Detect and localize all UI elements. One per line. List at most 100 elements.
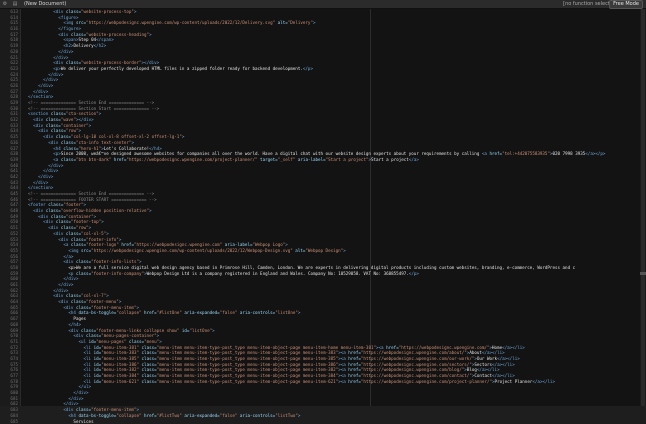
- code-token: </div>: [68, 396, 83, 401]
- code-token: <h2>: [63, 43, 73, 48]
- code-token: "Delivery": [288, 20, 313, 25]
- code-token: [23, 322, 68, 327]
- code-token: "#listTwo": [157, 413, 182, 418]
- code-token: ><a: [376, 345, 386, 350]
- code-token: "hero-h1": [79, 146, 102, 151]
- code-token: class=: [139, 345, 157, 350]
- code-token: </a></p>: [585, 151, 605, 156]
- code-token: [23, 49, 58, 54]
- code-token: "menu-item-383": [101, 350, 139, 355]
- code-token: class=: [71, 237, 86, 242]
- code-token: [23, 128, 38, 133]
- code-token: "footer-info-lists": [91, 259, 139, 264]
- code-token: class=: [86, 333, 101, 338]
- code-token: >: [182, 134, 185, 139]
- code-line[interactable]: 685 Services: [0, 419, 640, 424]
- code-token: class=: [66, 9, 81, 14]
- code-token: "collapse": [116, 413, 141, 418]
- code-line[interactable]: 678 <li id="menu-item-621" class="menu-i…: [0, 379, 640, 385]
- code-token: class=: [139, 367, 157, 372]
- code-token: <div: [48, 225, 61, 230]
- code-lines[interactable]: 613 <div class="website-process-top">614…: [0, 9, 640, 406]
- document-icon[interactable]: ▤: [12, 1, 18, 7]
- document-tab[interactable]: (New Document): [24, 1, 66, 7]
- code-token: We deliver your perfectly developed HTML…: [61, 66, 303, 71]
- code-token: "col-xl-7": [81, 293, 106, 298]
- code-token: <li: [84, 356, 94, 361]
- code-token: >: [285, 242, 288, 247]
- line-number: 685: [0, 419, 20, 424]
- code-token: <div: [43, 219, 56, 224]
- code-token: "btn btn-dark": [76, 157, 111, 162]
- code-token: <div: [58, 237, 71, 242]
- code-token: class=: [71, 299, 86, 304]
- code-token: </div>: [58, 282, 73, 287]
- code-token: "footer-top": [71, 219, 101, 224]
- code-token: class=: [139, 356, 157, 361]
- code-token: ><a: [338, 356, 348, 361]
- code-token: >: [101, 219, 104, 224]
- code-token: >: [106, 231, 109, 236]
- code-token: <div: [48, 140, 61, 145]
- code-token: [23, 225, 48, 230]
- code-token: href=: [348, 350, 361, 355]
- code-token: "menu-item-381": [101, 345, 139, 350]
- scrollbar-thumb[interactable]: [641, 9, 645, 406]
- code-token: ></div>: [142, 60, 160, 65]
- code-token: [23, 328, 68, 333]
- code-token: >: [313, 20, 316, 25]
- code-token: "menu-item-385": [101, 356, 139, 361]
- code-token: </div>: [33, 180, 48, 185]
- code-token: [23, 407, 63, 412]
- code-token: <div: [53, 60, 66, 65]
- code-token: "https://webpodesignc.wpengine.com/our-w…: [361, 356, 474, 361]
- code-token: "cta-section": [66, 111, 99, 116]
- scrollbar-marker: [640, 272, 646, 275]
- code-token: <div: [63, 305, 76, 310]
- code-token: [23, 310, 68, 315]
- code-token: class=: [76, 259, 91, 264]
- code-token: <span>: [63, 37, 78, 42]
- code-token: [23, 66, 53, 71]
- code-token: src=: [76, 20, 86, 25]
- code-token: [23, 26, 58, 31]
- code-token: "menu-pages-container": [101, 333, 156, 338]
- code-token: class=: [76, 305, 91, 310]
- code-token: <div: [38, 128, 51, 133]
- code-token: Start a project: [371, 157, 409, 162]
- code-token: class=: [56, 134, 71, 139]
- code-token: <div: [33, 117, 46, 122]
- code-token: data-bs-toggle=: [78, 413, 116, 418]
- code-token: "menu-item-382": [101, 367, 139, 372]
- code-editor[interactable]: 613 <div class="website-process-top">614…: [0, 9, 646, 406]
- code-token: </div>: [53, 55, 68, 60]
- settings-icon[interactable]: ⚙: [2, 1, 8, 7]
- code-token: <!-- ============== Section End ========…: [28, 100, 154, 105]
- code-token: >: [94, 214, 97, 219]
- code-token: [23, 214, 38, 219]
- code-token: [23, 123, 33, 128]
- code-token: href=: [348, 379, 361, 384]
- code-token: </div>: [48, 72, 63, 77]
- code-token: [23, 362, 84, 367]
- code-token: [23, 117, 33, 122]
- code-token: aria-expanded=: [182, 310, 220, 315]
- code-token: alt=: [293, 248, 306, 253]
- code-token: class=: [71, 32, 86, 37]
- code-token: >: [131, 140, 134, 145]
- code-token: <div: [38, 214, 51, 219]
- code-token: >: [149, 32, 152, 37]
- vertical-scrollbar[interactable]: [640, 9, 646, 406]
- code-token: class=: [139, 373, 157, 378]
- free-mode-button[interactable]: Free Mode: [609, 0, 643, 9]
- code-token: "menu-item menu-item-type-post_type menu…: [157, 362, 339, 367]
- code-token: [23, 157, 53, 162]
- code-token: "https://webpodesignc.wpengine.com/about…: [361, 350, 467, 355]
- code-token: >: [136, 305, 139, 310]
- code-token: "menu-item-386": [101, 362, 139, 367]
- code-token: >: [343, 248, 346, 253]
- code-token: [23, 345, 84, 350]
- code-token: "menu-item menu-item-type-post_type menu…: [157, 350, 339, 355]
- code-token: </h4>: [68, 322, 81, 327]
- code-token: [23, 288, 53, 293]
